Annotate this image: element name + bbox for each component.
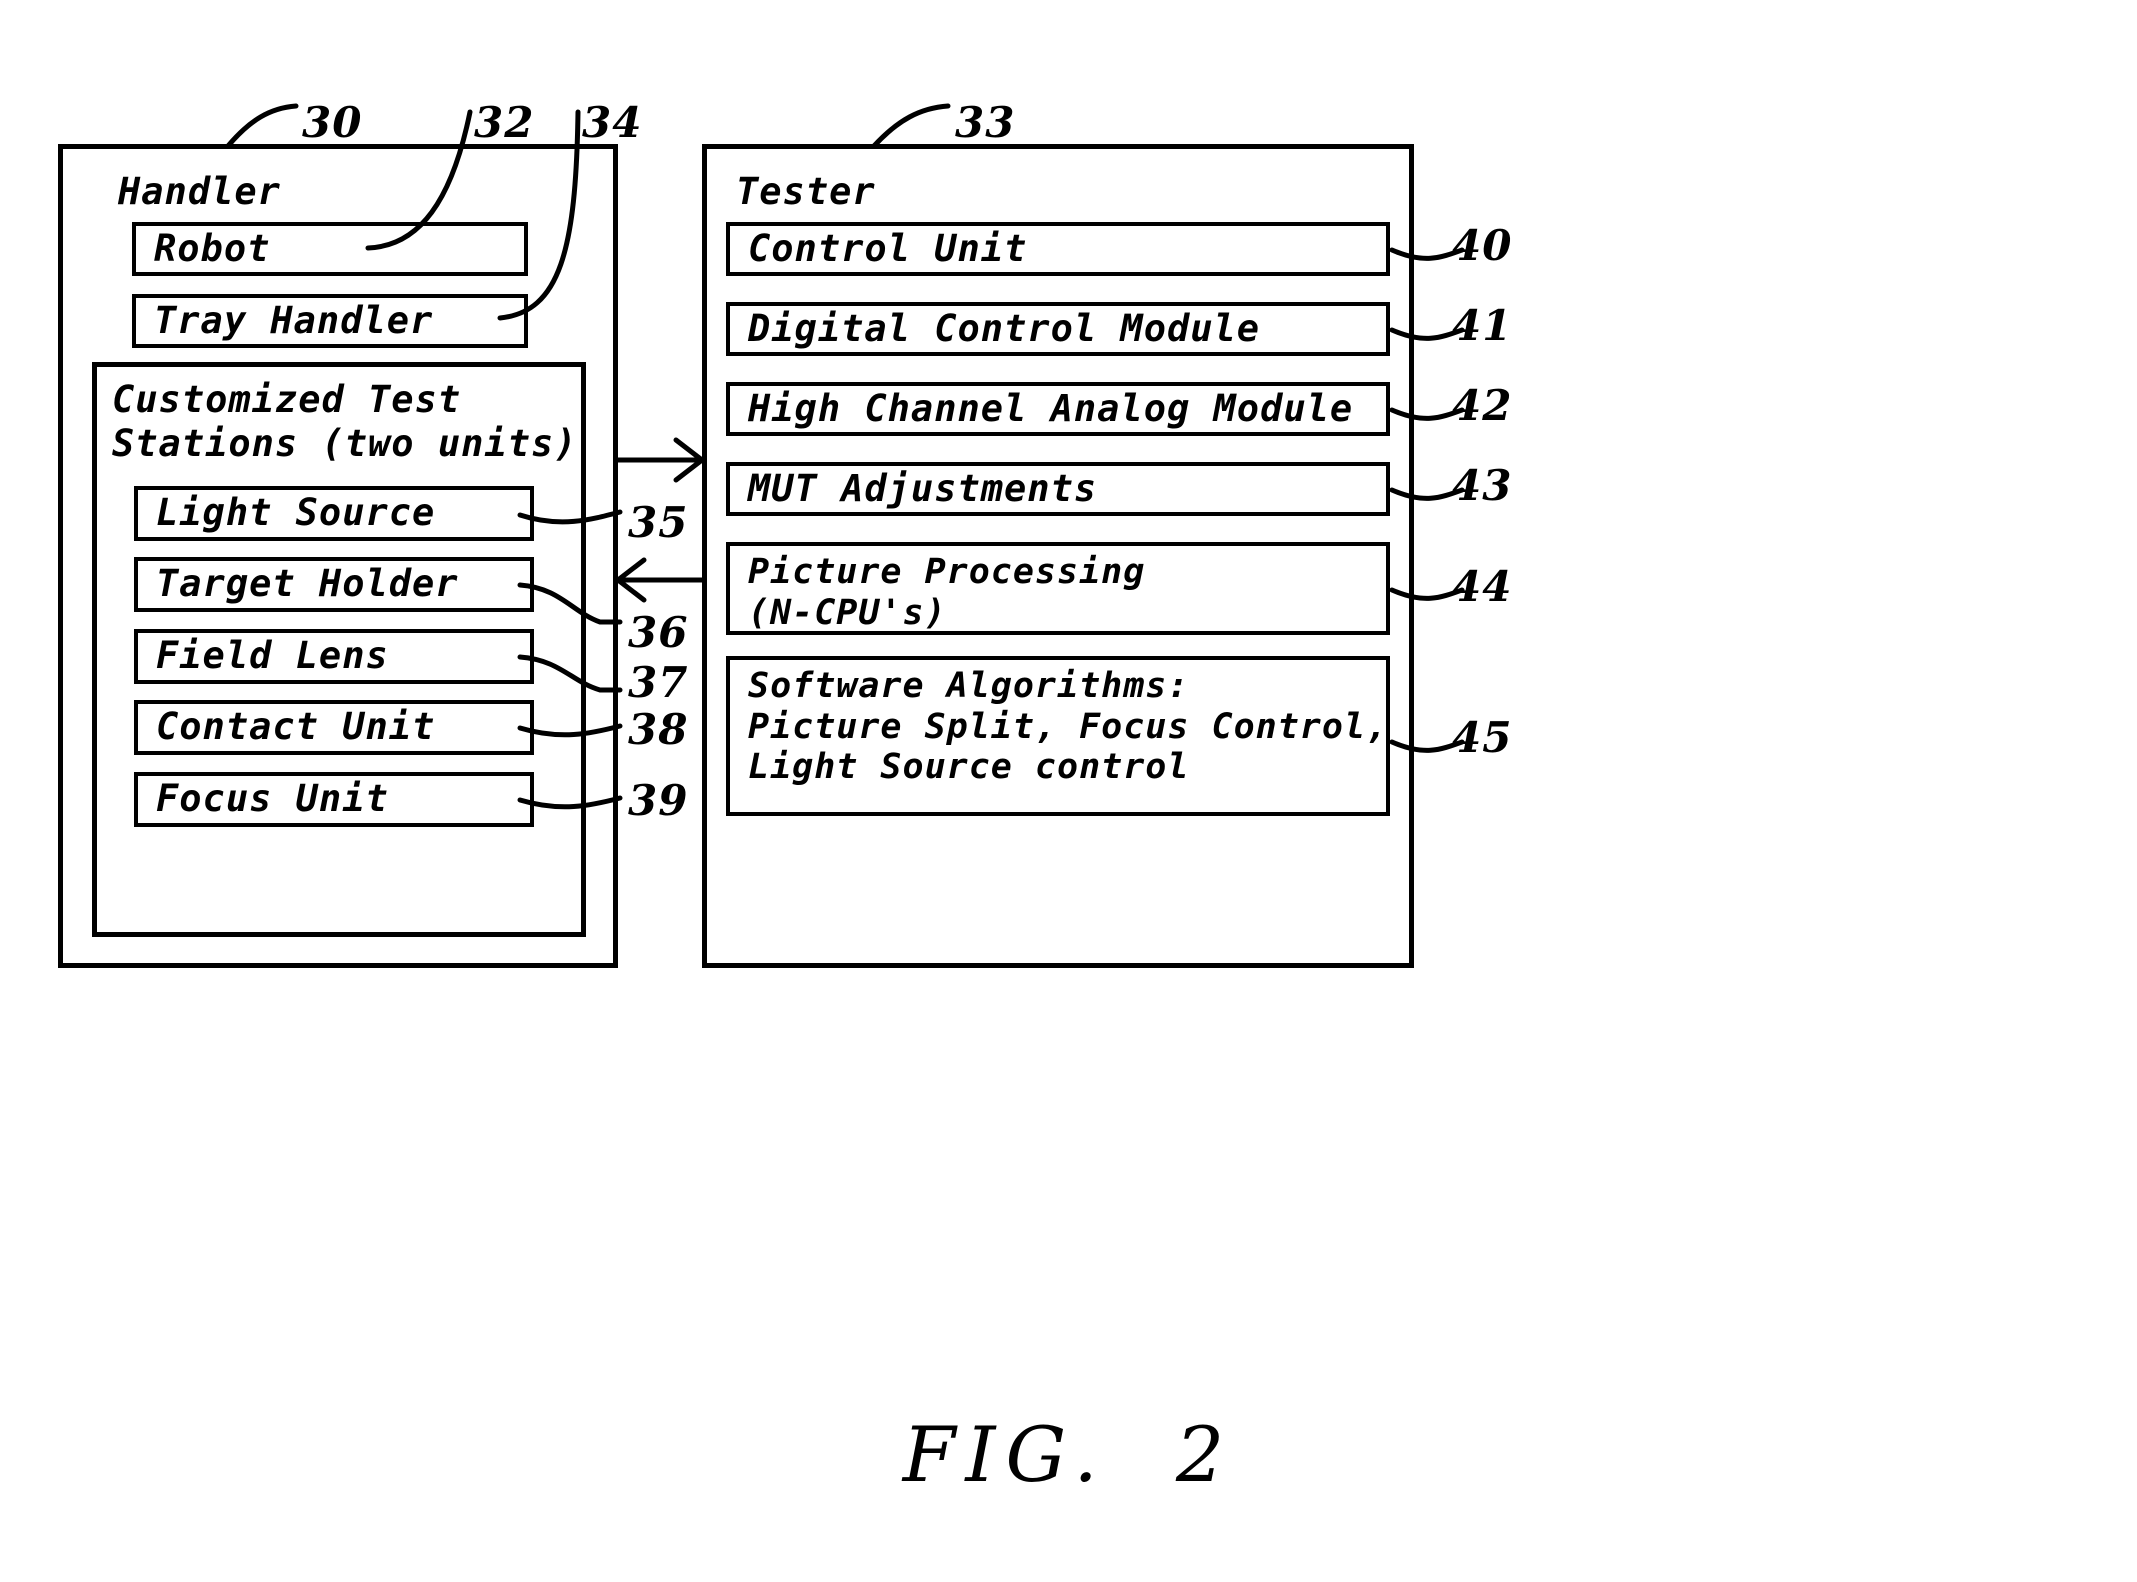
picture-processing-line2: (N-CPU's) — [748, 592, 947, 633]
software-algorithms-line3: Light Source control — [748, 747, 1190, 788]
figure-canvas: Handler Robot Tray Handler Customized Te… — [0, 0, 2137, 1582]
arrow-tester-to-handler — [613, 557, 705, 603]
reference-numeral-39: 39 — [628, 776, 689, 825]
reference-numeral-42: 42 — [1452, 381, 1513, 430]
box-picture-processing[interactable]: Picture Processing (N-CPU's) — [726, 542, 1390, 635]
leader-line-33 — [871, 103, 951, 149]
box-light-source-label: Light Source — [156, 491, 436, 535]
reference-numeral-34: 34 — [582, 98, 643, 147]
reference-numeral-35: 35 — [628, 498, 689, 547]
reference-numeral-45: 45 — [1452, 713, 1513, 762]
box-mut-adjustments[interactable]: MUT Adjustments — [726, 462, 1390, 516]
reference-numeral-44: 44 — [1452, 562, 1513, 611]
box-tray-handler[interactable]: Tray Handler — [132, 294, 528, 348]
box-software-algorithms[interactable]: Software Algorithms: Picture Split, Focus… — [726, 656, 1390, 816]
arrow-handler-to-tester — [615, 437, 707, 483]
box-mut-adjustments-label: MUT Adjustments — [748, 466, 1098, 510]
box-target-holder-label: Target Holder — [156, 562, 459, 606]
figure-caption: FIG. 2 — [902, 1410, 1235, 1499]
box-software-algorithms-label: Software Algorithms: Picture Split, Focus… — [730, 666, 1388, 788]
reference-numeral-38: 38 — [628, 705, 689, 754]
reference-numeral-33: 33 — [955, 98, 1016, 147]
reference-numeral-37: 37 — [628, 658, 689, 707]
software-algorithms-line1: Software Algorithms: — [748, 666, 1190, 706]
stations-heading-line1: Customized Test — [112, 378, 462, 421]
box-tray-handler-label: Tray Handler — [154, 298, 434, 342]
box-field-lens[interactable]: Field Lens — [134, 629, 534, 684]
reference-numeral-36: 36 — [628, 608, 689, 657]
reference-numeral-40: 40 — [1452, 221, 1513, 270]
customized-test-stations-heading: Customized Test Stations (two units) — [112, 378, 578, 465]
box-robot-label: Robot — [154, 226, 271, 270]
picture-processing-line1: Picture Processing — [748, 552, 1146, 592]
box-high-channel-analog-module-label: High Channel Analog Module — [748, 386, 1354, 430]
box-focus-unit-label: Focus Unit — [156, 777, 389, 821]
reference-numeral-32: 32 — [474, 98, 535, 147]
box-control-unit[interactable]: Control Unit — [726, 222, 1390, 276]
reference-numeral-30: 30 — [302, 98, 363, 147]
box-robot[interactable]: Robot — [132, 222, 528, 276]
box-contact-unit-label: Contact Unit — [156, 705, 436, 749]
box-target-holder[interactable]: Target Holder — [134, 557, 534, 612]
leader-line-30 — [225, 103, 299, 149]
software-algorithms-line2: Picture Split, Focus Control, — [748, 706, 1389, 747]
box-contact-unit[interactable]: Contact Unit — [134, 700, 534, 755]
box-picture-processing-label: Picture Processing (N-CPU's) — [730, 552, 1145, 633]
box-digital-control-module[interactable]: Digital Control Module — [726, 302, 1390, 356]
box-light-source[interactable]: Light Source — [134, 486, 534, 541]
box-field-lens-label: Field Lens — [156, 634, 389, 678]
handler-heading: Handler — [118, 170, 281, 213]
box-high-channel-analog-module[interactable]: High Channel Analog Module — [726, 382, 1390, 436]
reference-numeral-41: 41 — [1452, 301, 1513, 350]
box-focus-unit[interactable]: Focus Unit — [134, 772, 534, 827]
box-control-unit-label: Control Unit — [748, 226, 1028, 270]
tester-heading: Tester — [736, 170, 876, 213]
stations-heading-line2: Stations (two units) — [112, 421, 578, 465]
reference-numeral-43: 43 — [1452, 461, 1513, 510]
box-digital-control-module-label: Digital Control Module — [748, 306, 1261, 350]
